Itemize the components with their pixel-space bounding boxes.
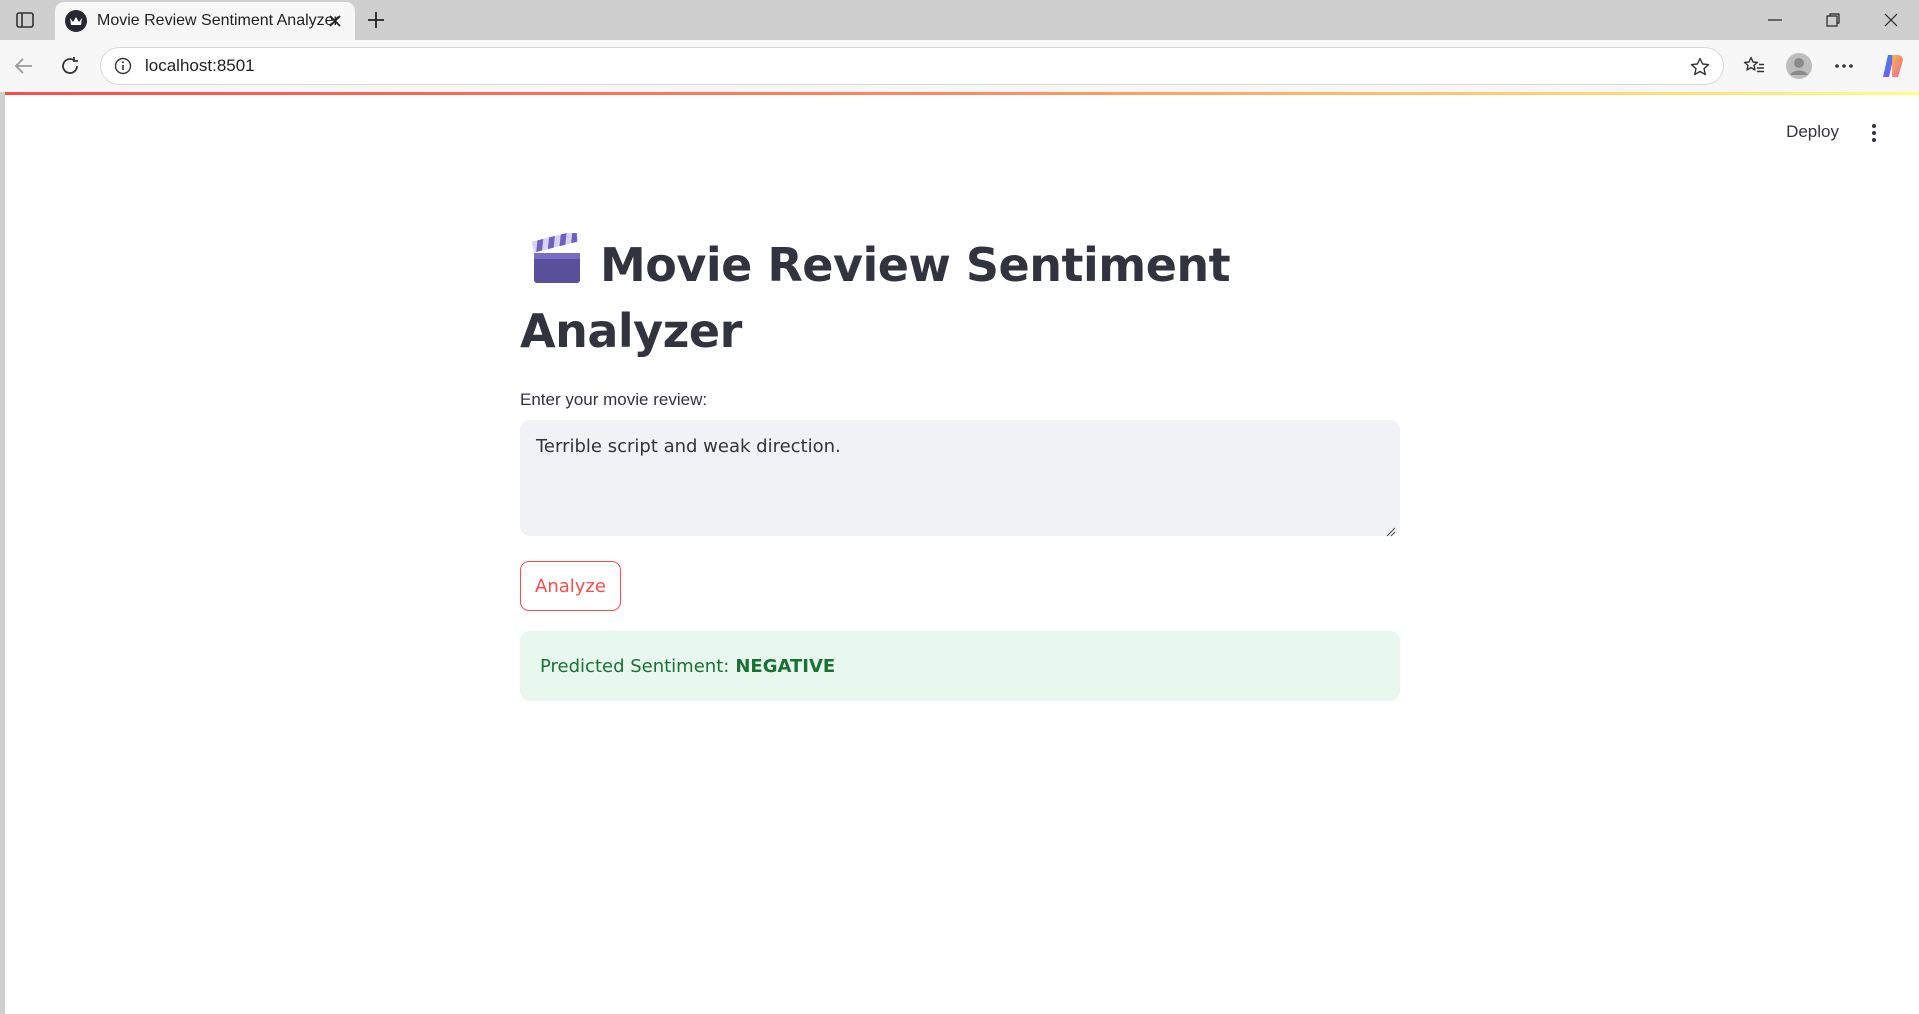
- browser-toolbar: localhost:8501: [0, 40, 1919, 92]
- page-title-text: Movie Review Sentiment Analyzer: [520, 238, 1231, 358]
- more-options-icon[interactable]: [1828, 51, 1860, 81]
- header-decoration-bar: [5, 92, 1919, 95]
- page-title: Movie Review Sentiment Analyzer: [520, 232, 1400, 364]
- tab-title: Movie Review Sentiment Analyzer: [97, 12, 339, 29]
- resize-handle-icon[interactable]: [1384, 525, 1396, 537]
- main-menu-icon[interactable]: [1864, 118, 1884, 148]
- restore-icon[interactable]: [1816, 6, 1850, 34]
- favorites-list-icon[interactable]: [1738, 51, 1770, 81]
- new-tab-icon[interactable]: [362, 7, 390, 33]
- deploy-button[interactable]: Deploy: [1776, 116, 1849, 148]
- browser-tab-active[interactable]: Movie Review Sentiment Analyzer: [55, 2, 355, 40]
- url-text[interactable]: localhost:8501: [145, 56, 255, 76]
- app-viewport: Deploy Movie Review Sentiment Analyzer E…: [5, 92, 1919, 1014]
- result-prefix: Predicted Sentiment:: [540, 655, 730, 677]
- result-alert: Predicted Sentiment: NEGATIVE: [520, 631, 1400, 701]
- review-textarea[interactable]: Terrible script and weak direction.: [520, 420, 1400, 536]
- clapper-board-icon: [532, 233, 580, 283]
- analyze-button[interactable]: Analyze: [520, 561, 621, 611]
- copilot-icon[interactable]: [1877, 51, 1909, 81]
- back-arrow-icon[interactable]: [8, 52, 40, 80]
- tab-actions-icon[interactable]: [10, 8, 40, 32]
- profile-avatar-icon[interactable]: [1783, 51, 1815, 81]
- window-close-icon[interactable]: [1874, 6, 1908, 34]
- main-block: Movie Review Sentiment Analyzer Enter yo…: [520, 232, 1400, 701]
- minimize-icon[interactable]: [1758, 6, 1792, 34]
- address-bar[interactable]: localhost:8501: [100, 47, 1724, 85]
- favorite-star-icon[interactable]: [1689, 56, 1711, 78]
- streamlit-crown-icon: [65, 10, 87, 32]
- close-tab-icon[interactable]: [325, 11, 345, 31]
- reload-icon[interactable]: [54, 52, 86, 80]
- result-value: NEGATIVE: [735, 655, 836, 677]
- site-info-icon[interactable]: [113, 56, 133, 76]
- browser-tab-bar: Movie Review Sentiment Analyzer: [0, 0, 1919, 40]
- review-input-container: Terrible script and weak direction.: [520, 410, 1400, 541]
- review-input-label: Enter your movie review:: [520, 390, 708, 409]
